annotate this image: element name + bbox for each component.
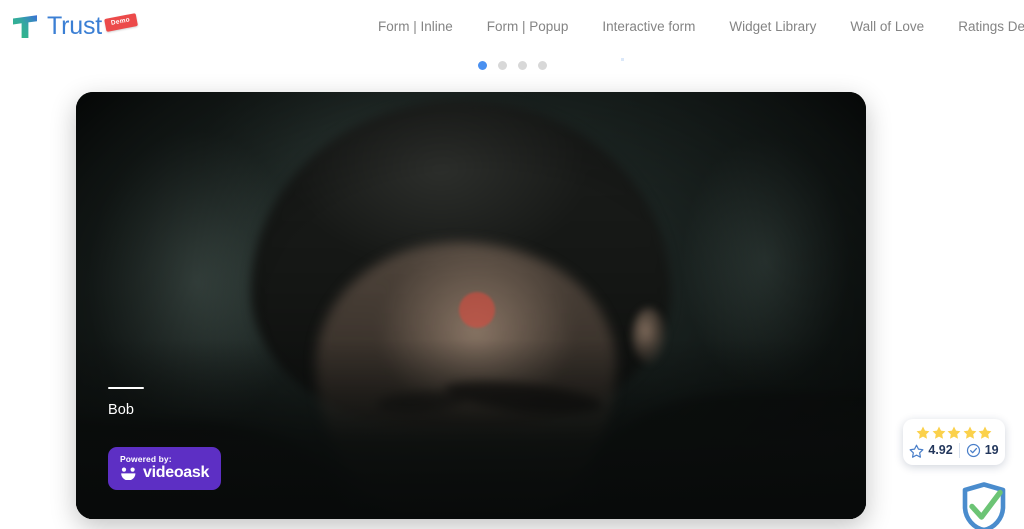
- reviews-count-value: 19: [984, 443, 999, 458]
- average-score-group: 4.92: [909, 443, 953, 458]
- site-header: Trust Demo Form | Inline Form | Popup In…: [0, 0, 1024, 54]
- ratings-divider: [958, 443, 960, 458]
- nav-link-wall-of-love[interactable]: Wall of Love: [850, 19, 924, 34]
- brand-name: Trust: [47, 11, 103, 40]
- reviews-count-group: 19: [966, 443, 999, 458]
- carousel-dot-1[interactable]: [477, 61, 487, 70]
- nav-link-widget-library[interactable]: Widget Library: [729, 19, 816, 34]
- star-filled-icon-3: [947, 426, 961, 439]
- brand-logo-group[interactable]: Trust Demo: [10, 8, 139, 44]
- carousel-dot-3[interactable]: [517, 61, 527, 70]
- page-root: Trust Demo Form | Inline Form | Popup In…: [0, 0, 1024, 529]
- powered-by-label: Powered by:: [120, 453, 172, 464]
- nav-link-form-popup[interactable]: Form | Popup: [487, 19, 569, 34]
- video-player[interactable]: Bob Powered by: videoask: [76, 92, 866, 519]
- nav-link-interactive-form[interactable]: Interactive form: [602, 19, 695, 34]
- videoask-wordmark: videoask: [143, 464, 210, 481]
- powered-by-videoask-badge[interactable]: Powered by: videoask: [108, 446, 222, 490]
- shield-check-icon[interactable]: [955, 478, 1013, 529]
- check-circle-icon: [966, 443, 980, 458]
- carousel-pagination: [0, 61, 1024, 70]
- star-rating-row: [916, 426, 992, 439]
- videoask-smiley-icon: [121, 467, 136, 480]
- trust-t-logo-icon: [13, 15, 37, 38]
- carousel-dot-2[interactable]: [497, 61, 507, 70]
- average-score-value: 4.92: [928, 443, 953, 458]
- star-filled-icon-1: [916, 426, 930, 439]
- nav-link-ratings-demo[interactable]: Ratings Demo: [958, 19, 1024, 34]
- render-artifact: [621, 58, 624, 61]
- carousel-dot-4[interactable]: [537, 61, 547, 70]
- videoask-lockup: videoask: [120, 465, 209, 481]
- main-navigation: Form | Inline Form | Popup Interactive f…: [378, 19, 1024, 34]
- star-filled-icon-5: [978, 426, 992, 439]
- star-filled-icon-2: [932, 426, 945, 439]
- star-outline-icon: [909, 444, 924, 458]
- ratings-widget[interactable]: 4.92 19: [903, 419, 1005, 465]
- speaker-name: Bob: [108, 402, 135, 418]
- video-lower-fade: [76, 339, 866, 519]
- ratings-summary-row: 4.92 19: [909, 443, 999, 458]
- star-filled-icon-4: [963, 426, 976, 439]
- red-cursor-dot: [459, 292, 495, 328]
- nav-link-form-inline[interactable]: Form | Inline: [378, 19, 453, 34]
- brand-demo-badge: Demo: [104, 12, 139, 32]
- speaker-name-rule: [108, 386, 144, 389]
